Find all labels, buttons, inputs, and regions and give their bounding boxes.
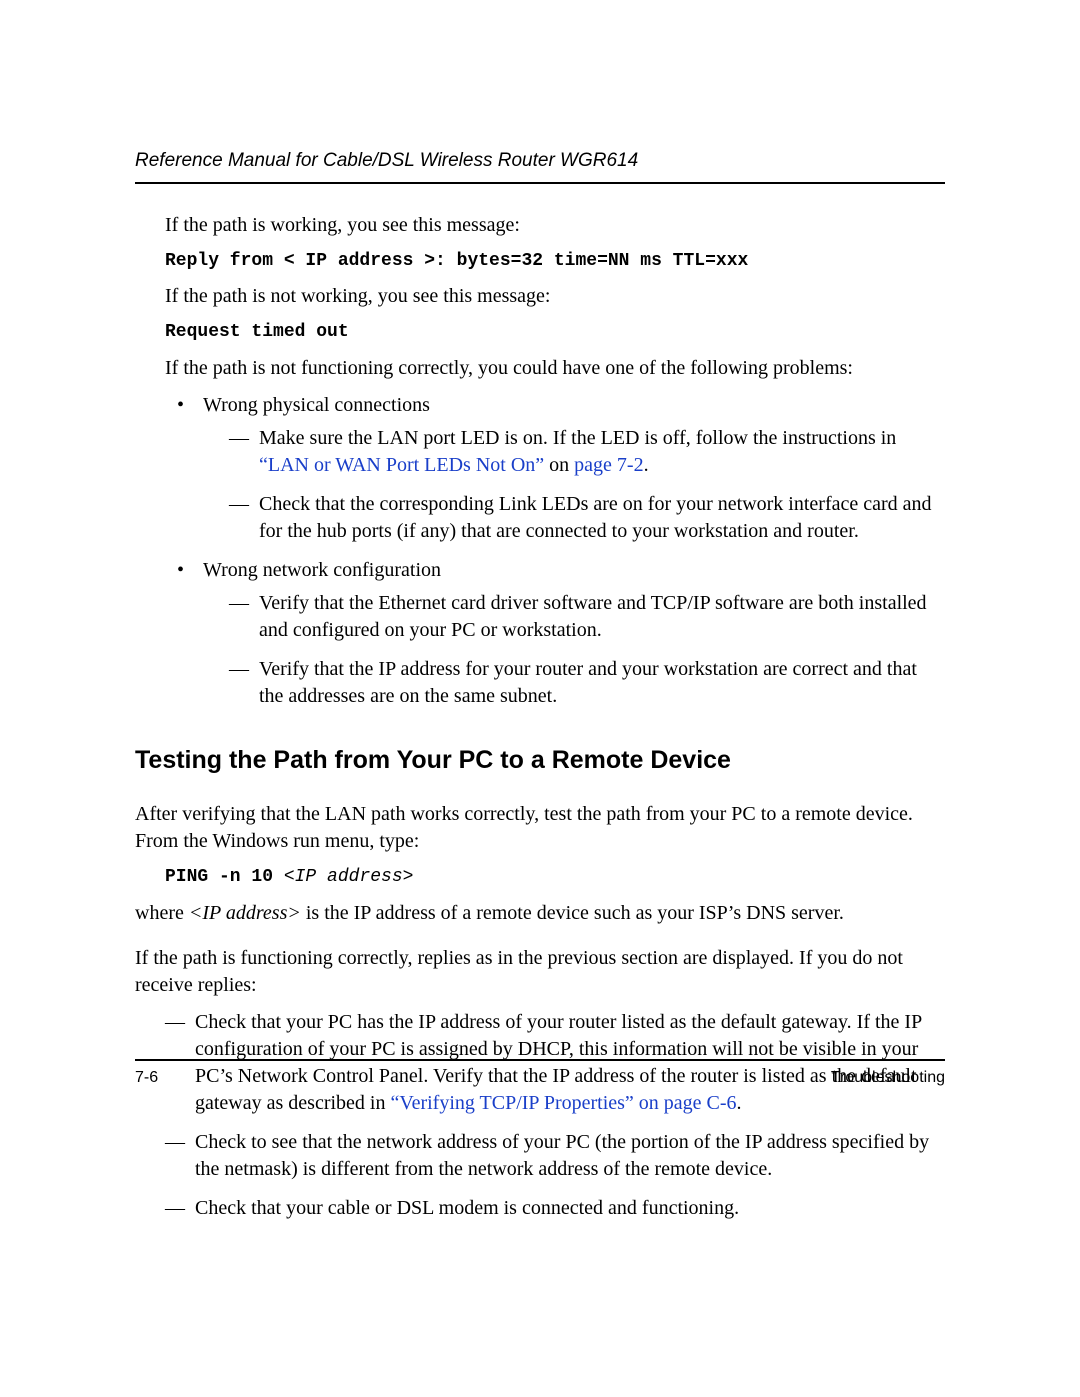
text: . — [644, 454, 649, 476]
link-verifying-tcpip[interactable]: “Verifying TCP/IP Properties” on page C-… — [390, 1092, 736, 1114]
list-item-title: Wrong network configuration — [203, 559, 441, 581]
list-item: Verify that the IP address for your rout… — [203, 656, 945, 710]
link-page-7-2[interactable]: page 7-2 — [574, 454, 643, 476]
code-line: Request timed out — [165, 320, 945, 344]
code-line: PING -n 10 <IP address> — [165, 865, 945, 889]
page-footer: 7-6 Troubleshooting — [135, 1059, 945, 1087]
paragraph: If the path is functioning correctly, re… — [135, 945, 945, 999]
list-item: Verify that the Ethernet card driver sof… — [203, 590, 945, 644]
list-item-title: Wrong physical connections — [203, 394, 430, 416]
section-heading: Testing the Path from Your PC to a Remot… — [135, 744, 945, 778]
text-italic: <IP address> — [189, 902, 301, 924]
dash-list: Verify that the Ethernet card driver sof… — [203, 590, 945, 710]
paragraph: If the path is not functioning correctly… — [165, 355, 945, 382]
footer-rule — [135, 1059, 945, 1061]
list-item: Check that the corresponding Link LEDs a… — [203, 491, 945, 545]
page-number: 7-6 — [135, 1069, 158, 1087]
paragraph: If the path is working, you see this mes… — [165, 212, 945, 239]
page: Reference Manual for Cable/DSL Wireless … — [0, 0, 1080, 1397]
dash-list: Check that your PC has the IP address of… — [165, 1009, 945, 1222]
paragraph: If the path is not working, you see this… — [165, 283, 945, 310]
running-header: Reference Manual for Cable/DSL Wireless … — [135, 150, 945, 172]
code-arg: <IP address> — [284, 867, 414, 887]
text: where — [135, 902, 189, 924]
section-name: Troubleshooting — [831, 1069, 945, 1087]
list-item: Wrong network configuration Verify that … — [165, 557, 945, 710]
code-cmd: PING -n 10 — [165, 867, 284, 887]
dash-list: Make sure the LAN port LED is on. If the… — [203, 425, 945, 545]
bullet-list: Wrong physical connections Make sure the… — [165, 392, 945, 710]
text: . — [737, 1092, 742, 1114]
text: on — [544, 454, 574, 476]
text: is the IP address of a remote device suc… — [301, 902, 844, 924]
list-item: Check to see that the network address of… — [165, 1129, 945, 1183]
text: Make sure the LAN port LED is on. If the… — [259, 427, 896, 449]
paragraph: where <IP address> is the IP address of … — [135, 900, 945, 927]
list-item: Check that your cable or DSL modem is co… — [165, 1195, 945, 1222]
link-lan-wan-leds[interactable]: “LAN or WAN Port LEDs Not On” — [259, 454, 544, 476]
code-line: Reply from < IP address >: bytes=32 time… — [165, 249, 945, 273]
header-rule — [135, 182, 945, 184]
paragraph: After verifying that the LAN path works … — [135, 801, 945, 855]
list-item: Make sure the LAN port LED is on. If the… — [203, 425, 945, 479]
list-item: Wrong physical connections Make sure the… — [165, 392, 945, 545]
